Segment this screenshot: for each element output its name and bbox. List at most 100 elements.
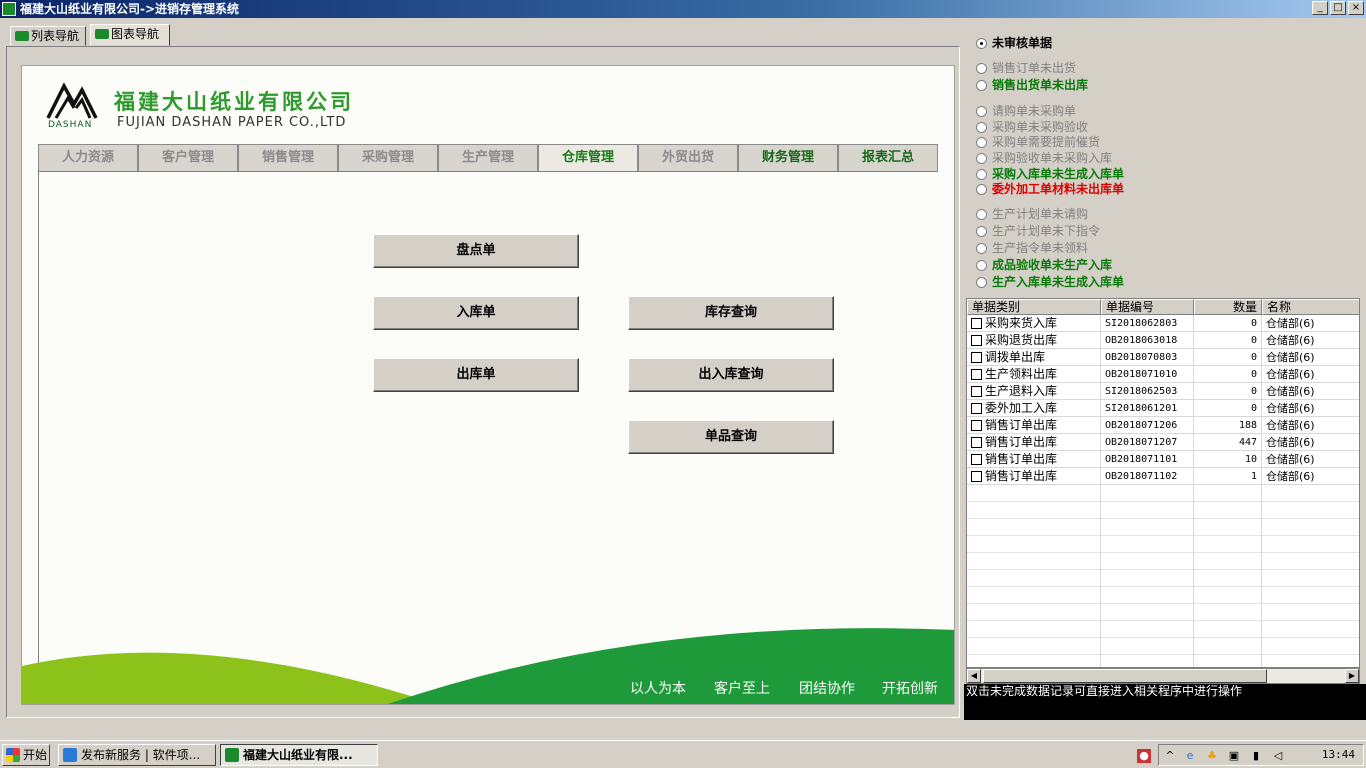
tab-chart-navigation[interactable]: 图表导航 [90, 24, 170, 46]
tab-hr[interactable]: 人力资源 [38, 144, 138, 171]
column-header-type[interactable]: 单据类别 [967, 299, 1101, 315]
empty-row [967, 604, 1359, 621]
table-row[interactable]: 调拨单出库 OB2018070803 0 仓储部(6) [967, 349, 1359, 366]
table-row[interactable]: 生产领料出库 OB2018071010 0 仓储部(6) [967, 366, 1359, 383]
tab-finance[interactable]: 财务管理 [738, 144, 838, 171]
inventory-query-button[interactable]: 库存查询 [628, 296, 834, 330]
empty-row [967, 553, 1359, 570]
filter-label: 采购单需要提前催货 [992, 135, 1101, 149]
filter-plan-no-order[interactable]: 生产计划单未下指令 [976, 224, 1100, 239]
device-icon[interactable]: ▣ [1227, 749, 1241, 763]
column-header-qty[interactable]: 数量 [1194, 299, 1262, 315]
chevron-up-icon[interactable]: ^ [1163, 749, 1177, 763]
filter-sales-order-unshipped[interactable]: 销售订单未出货 [976, 61, 1076, 76]
checkbox[interactable] [971, 352, 982, 363]
table-row[interactable]: 委外加工入库 SI2018061201 0 仓储部(6) [967, 400, 1359, 417]
horizontal-scrollbar[interactable]: ◀ ▶ [966, 668, 1360, 684]
item-query-button[interactable]: 单品查询 [628, 420, 834, 454]
filter-unaudited[interactable]: 未审核单据 [976, 36, 1052, 51]
maximize-button[interactable]: □ [1330, 1, 1346, 15]
inventory-count-button[interactable]: 盘点单 [373, 234, 579, 268]
cell-name: 仓储部(6) [1262, 468, 1359, 485]
filter-product-inspection-pending[interactable]: 成品验收单未生产入库 [976, 258, 1112, 273]
checkbox[interactable] [971, 318, 982, 329]
tab-list-navigation[interactable]: 列表导航 [10, 26, 86, 46]
filter-requisition-no-po[interactable]: 请购单未采购单 [976, 104, 1076, 119]
table-row[interactable]: 销售订单出库 OB2018071102 1 仓储部(6) [967, 468, 1359, 485]
cell-code: OB2018071207 [1101, 434, 1194, 451]
radio-icon [976, 277, 987, 288]
stock-out-button[interactable]: 出库单 [373, 358, 579, 392]
filter-label: 销售出货单未出库 [992, 78, 1089, 92]
tab-purchase[interactable]: 采购管理 [338, 144, 438, 171]
filter-po-expedite[interactable]: 采购单需要提前催货 [976, 135, 1100, 150]
tab-customer[interactable]: 客户管理 [138, 144, 238, 171]
table-row[interactable]: 销售订单出库 OB2018071206 188 仓储部(6) [967, 417, 1359, 434]
tab-foreign-trade[interactable]: 外贸出货 [638, 144, 738, 171]
cell-type-text: 销售订单出库 [985, 435, 1058, 449]
main-panel: 列表导航 图表导航 DASHAN 福建大山纸业有限公司 FUJIAN DASHA… [0, 20, 962, 720]
filter-sales-shipment-not-out[interactable]: 销售出货单未出库 [976, 78, 1088, 93]
taskbar-item-erp[interactable]: 福建大山纸业有限... [220, 744, 378, 766]
cell-qty: 0 [1194, 383, 1262, 400]
filter-plan-no-requisition[interactable]: 生产计划单未请购 [976, 207, 1088, 222]
checkbox[interactable] [971, 403, 982, 414]
filter-label: 请购单未采购单 [992, 104, 1077, 118]
filter-outsource-material-not-out[interactable]: 委外加工单材料未出库单 [976, 182, 1124, 197]
checkbox[interactable] [971, 386, 982, 397]
filter-production-receipt-pending[interactable]: 生产入库单未生成入库单 [976, 275, 1124, 290]
cell-type-text: 销售订单出库 [985, 452, 1058, 466]
tab-production[interactable]: 生产管理 [438, 144, 538, 171]
checkbox[interactable] [971, 420, 982, 431]
filter-purchase-receipt-pending[interactable]: 采购入库单未生成入库单 [976, 167, 1124, 182]
column-header-name[interactable]: 名称 [1262, 299, 1359, 315]
cell-qty: 188 [1194, 417, 1262, 434]
checkbox[interactable] [971, 437, 982, 448]
taskbar-item-ie[interactable]: 发布新服务 | 软件项... [58, 744, 216, 766]
tab-reports[interactable]: 报表汇总 [838, 144, 938, 171]
table-row[interactable]: 销售订单出库 OB2018071207 447 仓储部(6) [967, 434, 1359, 451]
column-header-code[interactable]: 单据编号 [1101, 299, 1194, 315]
in-out-query-button[interactable]: 出入库查询 [628, 358, 834, 392]
table-row[interactable]: 采购来货入库 SI2018062803 0 仓储部(6) [967, 315, 1359, 332]
checkbox[interactable] [971, 471, 982, 482]
stock-in-button[interactable]: 入库单 [373, 296, 579, 330]
cell-code: OB2018071010 [1101, 366, 1194, 383]
radio-icon [976, 209, 987, 220]
filter-po-not-inspected[interactable]: 采购单未采购验收 [976, 120, 1088, 135]
tab-sales[interactable]: 销售管理 [238, 144, 338, 171]
filter-inspection-not-received[interactable]: 采购验收单未采购入库 [976, 151, 1112, 166]
ie-icon [63, 748, 77, 762]
cell-type-text: 调拨单出库 [985, 350, 1046, 364]
scroll-right-icon[interactable]: ▶ [1345, 669, 1359, 683]
ie-tray-icon[interactable]: e [1183, 749, 1197, 763]
radio-icon [976, 153, 987, 164]
cell-name: 仓储部(6) [1262, 315, 1359, 332]
scroll-thumb[interactable] [983, 669, 1267, 683]
volume-icon[interactable]: ◁ [1271, 749, 1285, 763]
column-divider [1193, 315, 1194, 667]
cell-type: 销售订单出库 [967, 451, 1101, 468]
close-button[interactable]: × [1348, 1, 1364, 15]
table-row[interactable]: 生产退料入库 SI2018062503 0 仓储部(6) [967, 383, 1359, 400]
network-icon[interactable]: ▮ [1249, 749, 1263, 763]
task-label: 福建大山纸业有限... [243, 748, 353, 762]
qq-icon[interactable]: ♣ [1205, 749, 1219, 763]
minimize-button[interactable]: _ [1312, 1, 1328, 15]
empty-row [967, 570, 1359, 587]
scroll-left-icon[interactable]: ◀ [967, 669, 981, 683]
checkbox[interactable] [971, 454, 982, 465]
checkbox[interactable] [971, 335, 982, 346]
start-button[interactable]: 开始 [2, 744, 50, 766]
checkbox[interactable] [971, 369, 982, 380]
window-title: 福建大山纸业有限公司->进销存管理系统 [20, 2, 240, 16]
table-row[interactable]: 销售订单出库 OB2018071101 10 仓储部(6) [967, 451, 1359, 468]
cell-type-text: 委外加工入库 [985, 401, 1058, 415]
table-row[interactable]: 采购退货出库 OB2018063018 0 仓储部(6) [967, 332, 1359, 349]
tray-app-icon[interactable]: ● [1137, 749, 1151, 763]
filter-order-no-material[interactable]: 生产指令单未领料 [976, 241, 1088, 256]
cell-type: 采购来货入库 [967, 315, 1101, 332]
tab-warehouse[interactable]: 仓库管理 [538, 144, 638, 172]
title-bar: 福建大山纸业有限公司->进销存管理系统 _ □ × [0, 0, 1366, 18]
pending-documents-grid[interactable]: 单据类别 单据编号 数量 名称 采购来货入库 SI2018062803 0 仓储部(6… [966, 298, 1360, 668]
